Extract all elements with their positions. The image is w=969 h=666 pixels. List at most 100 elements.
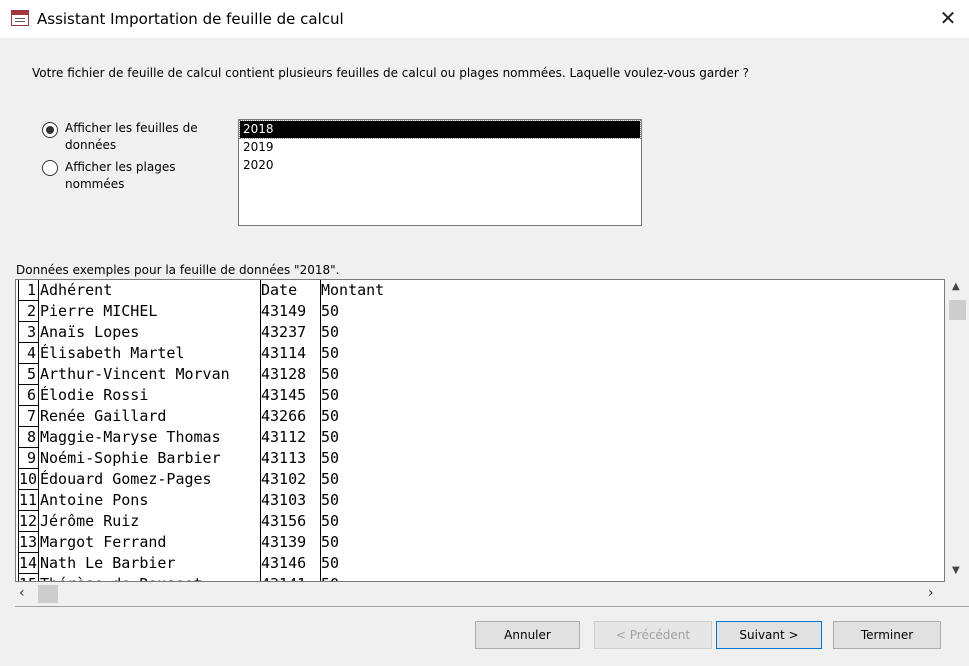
row-number: 14 xyxy=(18,553,39,574)
cell-date: 43112 xyxy=(261,428,307,446)
cell-date: 43103 xyxy=(261,491,307,509)
cell-montant: 50 xyxy=(321,386,340,404)
cell-montant: 50 xyxy=(321,344,340,362)
cell-date: 43149 xyxy=(261,302,307,320)
scroll-down-icon[interactable]: ▼ xyxy=(952,565,960,576)
sheet-list-item[interactable]: 2018 xyxy=(239,120,641,139)
cell-date: 43128 xyxy=(261,365,307,383)
row-number: 11 xyxy=(18,490,39,511)
cell-date: 43113 xyxy=(261,449,307,467)
cell-montant: 50 xyxy=(321,554,340,572)
cell-montant: 50 xyxy=(321,470,340,488)
scroll-left-icon[interactable]: ‹ xyxy=(19,585,25,601)
sheet-listbox[interactable]: 2018 2019 2020 xyxy=(238,119,642,226)
cell-adherent: Thérèse de Rousset xyxy=(40,574,260,581)
cell-adherent: Margot Ferrand xyxy=(40,533,167,551)
divider xyxy=(15,606,969,607)
cell-montant: 50 xyxy=(321,449,340,467)
scroll-up-icon[interactable]: ▲ xyxy=(952,281,960,292)
radio-label-line: Afficher les plages xyxy=(65,160,176,174)
cell-adherent: Élodie Rossi xyxy=(40,386,149,404)
close-icon[interactable]: ✕ xyxy=(938,7,958,29)
row-number: 2 xyxy=(18,301,39,322)
horizontal-scrollbar[interactable]: ‹ › xyxy=(15,584,945,604)
prompt-text: Votre fichier de feuille de calcul conti… xyxy=(32,66,750,80)
cell-date: 43266 xyxy=(261,407,307,425)
finish-button[interactable]: Terminer xyxy=(833,621,941,649)
row-number: 7 xyxy=(18,406,39,427)
previous-button[interactable]: < Précédent xyxy=(594,621,712,649)
cell-adherent: Nath Le Barbier xyxy=(40,554,176,572)
cell-montant: 50 xyxy=(321,533,340,551)
cell-montant: 50 xyxy=(321,491,340,509)
cell-adherent: Édouard Gomez-Pages xyxy=(40,470,212,488)
row-number: 10 xyxy=(18,469,39,490)
row-number: 8 xyxy=(18,427,39,448)
radio-selected-dot xyxy=(46,126,54,134)
cell-adherent: Jérôme Ruiz xyxy=(40,512,140,530)
window-title: Assistant Importation de feuille de calc… xyxy=(37,10,344,28)
cell-date: 43146 xyxy=(261,554,307,572)
radio-show-named-ranges[interactable] xyxy=(42,160,58,176)
cancel-button[interactable]: Annuler xyxy=(475,621,580,649)
cell-adherent: Arthur-Vincent Morvan xyxy=(40,365,230,383)
cell-date: 43141 xyxy=(261,574,320,581)
cell-montant: 50 xyxy=(321,574,521,581)
cell-adherent: Adhérent xyxy=(40,281,113,299)
cell-date: 43139 xyxy=(261,533,307,551)
table-row: 7 Renée Gaillard 43266 50 xyxy=(16,406,944,427)
sample-data-label: Données exemples pour la feuille de donn… xyxy=(16,263,340,277)
cell-adherent: Élisabeth Martel xyxy=(40,344,185,362)
cell-montant: 50 xyxy=(321,365,340,383)
cell-date: Date xyxy=(261,281,298,299)
row-number: 5 xyxy=(18,364,39,385)
table-row: 2 Pierre MICHEL 43149 50 xyxy=(16,301,944,322)
radio-label-worksheets[interactable]: Afficher les feuilles de données xyxy=(65,120,205,154)
cell-montant: 50 xyxy=(321,428,340,446)
radio-label-line: Afficher les feuilles de xyxy=(65,121,198,135)
cell-date: 43145 xyxy=(261,386,307,404)
row-number: 9 xyxy=(18,448,39,469)
sheet-list-item[interactable]: 2020 xyxy=(240,157,640,174)
cell-montant: 50 xyxy=(321,323,340,341)
cell-adherent: Maggie-Maryse Thomas xyxy=(40,428,221,446)
cell-adherent: Pierre MICHEL xyxy=(40,302,158,320)
table-row: 13 Margot Ferrand 43139 50 xyxy=(16,532,944,553)
table-row: 12 Jérôme Ruiz 43156 50 xyxy=(16,511,944,532)
table-row: 4 Élisabeth Martel 43114 50 xyxy=(16,343,944,364)
cell-date: 43237 xyxy=(261,323,307,341)
row-number: 3 xyxy=(18,322,39,343)
table-row: 3 Anaïs Lopes 43237 50 xyxy=(16,322,944,343)
cell-date: 43102 xyxy=(261,470,307,488)
row-number: 1 xyxy=(18,280,39,301)
scroll-thumb[interactable] xyxy=(949,300,966,320)
radio-show-worksheets[interactable] xyxy=(42,122,58,138)
table-row: 6 Élodie Rossi 43145 50 xyxy=(16,385,944,406)
cell-montant: 50 xyxy=(321,407,340,425)
cell-montant: 50 xyxy=(321,512,340,530)
row-number: 6 xyxy=(18,385,39,406)
radio-label-named-ranges[interactable]: Afficher les plages nommées xyxy=(65,159,205,193)
sheet-list-item[interactable]: 2019 xyxy=(240,139,640,156)
table-row: 8 Maggie-Maryse Thomas 43112 50 xyxy=(16,427,944,448)
cell-adherent: Anaïs Lopes xyxy=(40,323,140,341)
table-row: 10 Édouard Gomez-Pages 43102 50 xyxy=(16,469,944,490)
cell-adherent: Noémi-Sophie Barbier xyxy=(40,449,221,467)
table-row: 15Thérèse de Rousset4314150 xyxy=(16,574,944,581)
vertical-scrollbar[interactable]: ▲ ▼ xyxy=(946,279,969,582)
table-row: 1 Adhérent Date Montant xyxy=(16,280,944,301)
next-button[interactable]: Suivant > xyxy=(716,621,822,649)
cell-date: 43156 xyxy=(261,512,307,530)
row-number: 13 xyxy=(18,532,39,553)
title-bar: Assistant Importation de feuille de calc… xyxy=(0,0,969,38)
scroll-thumb[interactable] xyxy=(38,585,58,603)
sample-data-grid[interactable]: 1 Adhérent Date Montant 2 Pierre MICHEL 43149 5… xyxy=(15,279,945,582)
row-number: 12 xyxy=(18,511,39,532)
table-row: 9 Noémi-Sophie Barbier 43113 50 xyxy=(16,448,944,469)
table-import-icon xyxy=(11,10,29,26)
scroll-right-icon[interactable]: › xyxy=(928,585,934,601)
row-number: 4 xyxy=(18,343,39,364)
cell-date: 43114 xyxy=(261,344,307,362)
radio-label-line: nommées xyxy=(65,177,125,191)
table-row: 11 Antoine Pons 43103 50 xyxy=(16,490,944,511)
